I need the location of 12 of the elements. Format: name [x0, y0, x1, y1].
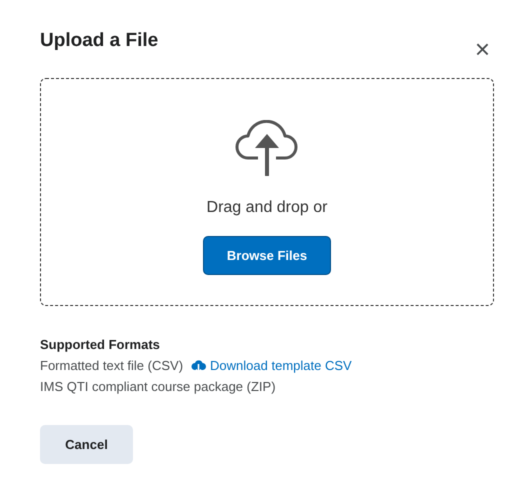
browse-files-button[interactable]: Browse Files — [203, 236, 331, 275]
format-text: Formatted text file (CSV) — [40, 357, 184, 375]
download-link[interactable]: Download template CSV — [191, 355, 352, 376]
prompt-text: Drag and drop or — [206, 198, 328, 218]
dropzone[interactable]: Drag and drop or Browse Files — [40, 78, 494, 306]
formats-heading: Supported Formats — [40, 336, 161, 354]
format-text: IMS QTI compliant course package (ZIP) — [40, 378, 276, 396]
close-button[interactable]: × — [470, 36, 494, 62]
dialog-title: Upload a File — [40, 30, 158, 53]
cancel-button[interactable]: Cancel — [40, 425, 133, 464]
cloud-upload-icon — [234, 120, 300, 176]
cloud-download-icon — [191, 358, 206, 372]
